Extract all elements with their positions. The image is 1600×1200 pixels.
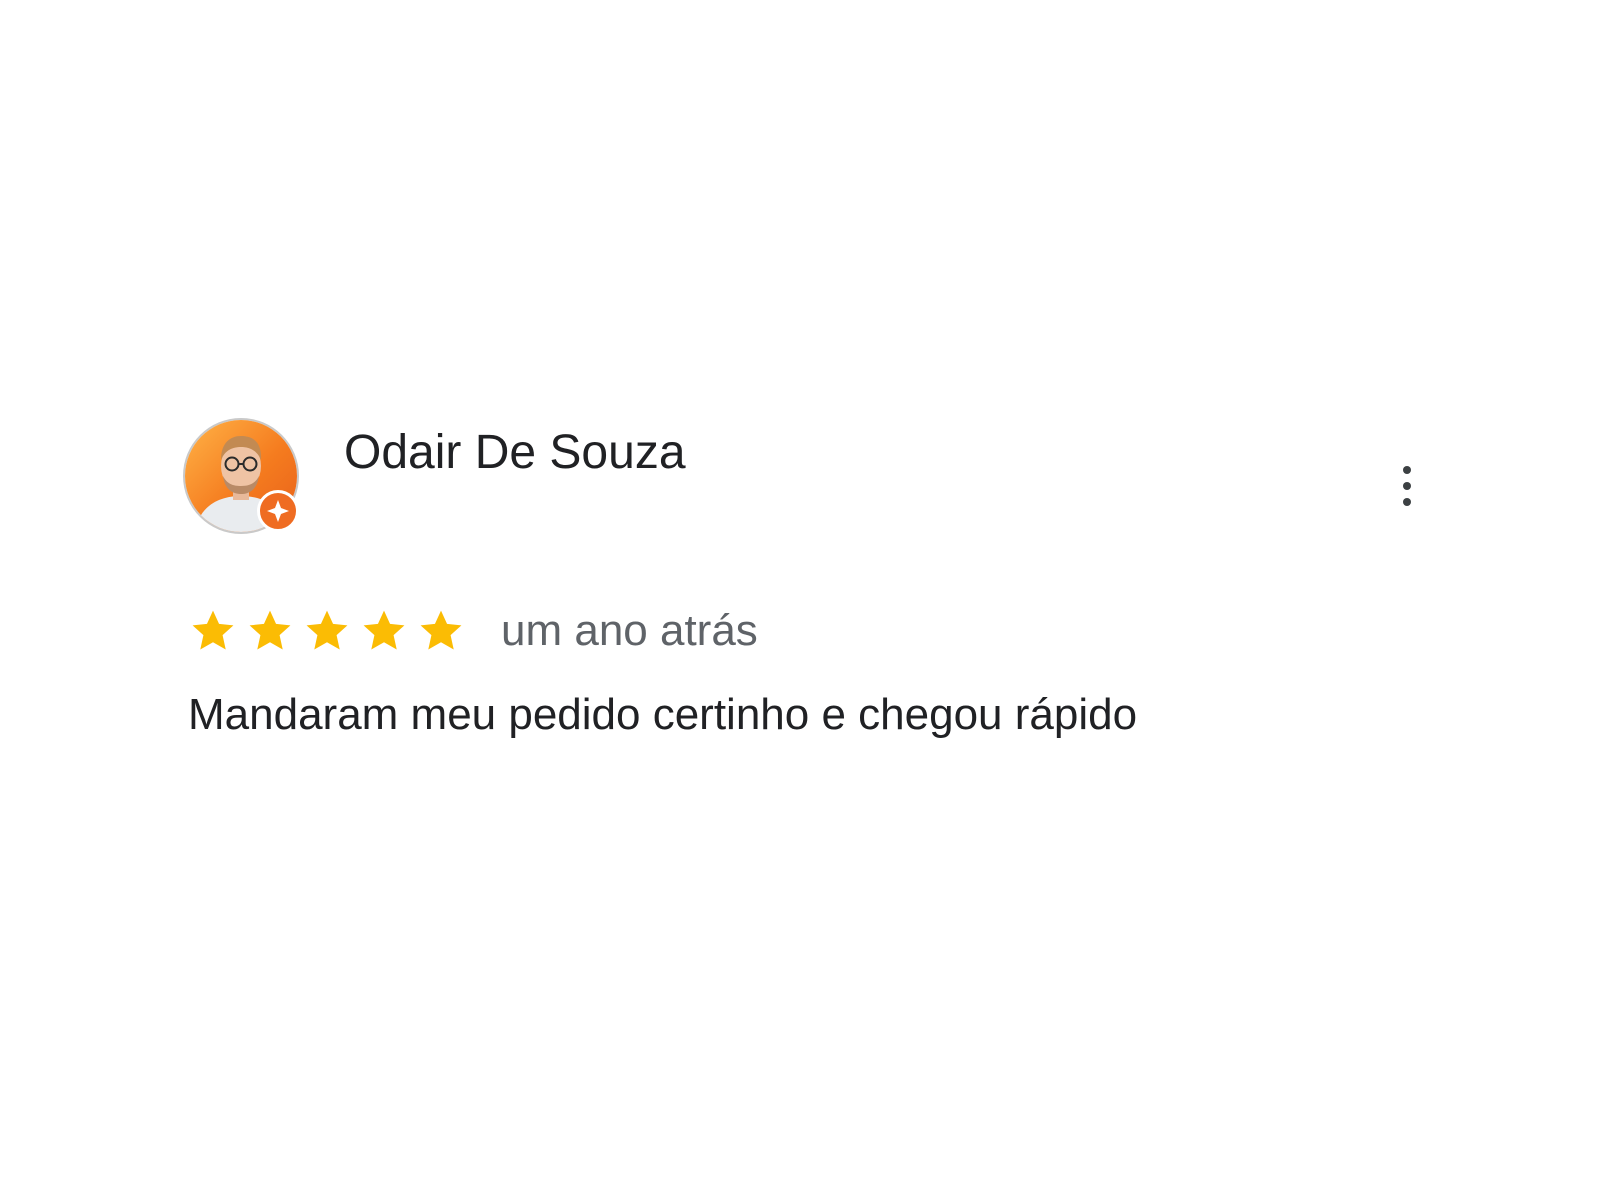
author-name[interactable]: Odair De Souza: [344, 424, 686, 482]
more-options-button[interactable]: [1392, 458, 1422, 514]
local-guide-badge-icon: [257, 490, 299, 532]
more-vert-icon-dot: [1403, 482, 1411, 490]
star-icon: [306, 610, 348, 650]
star-icon: [420, 610, 462, 650]
star-icon: [363, 610, 405, 650]
review-date: um ano atrás: [501, 606, 758, 655]
more-vert-icon-dot: [1403, 498, 1411, 506]
more-vert-icon: [1403, 466, 1411, 474]
review-card: Odair De Souza um ano atrás Mandaram meu…: [0, 0, 1600, 1200]
star-icon: [192, 610, 234, 650]
review-text: Mandaram meu pedido certinho e chegou rá…: [188, 690, 1138, 739]
star-icon: [249, 610, 291, 650]
rating-row: um ano atrás: [188, 605, 758, 657]
star-rating: [188, 606, 473, 656]
author-avatar-container[interactable]: [185, 420, 301, 536]
